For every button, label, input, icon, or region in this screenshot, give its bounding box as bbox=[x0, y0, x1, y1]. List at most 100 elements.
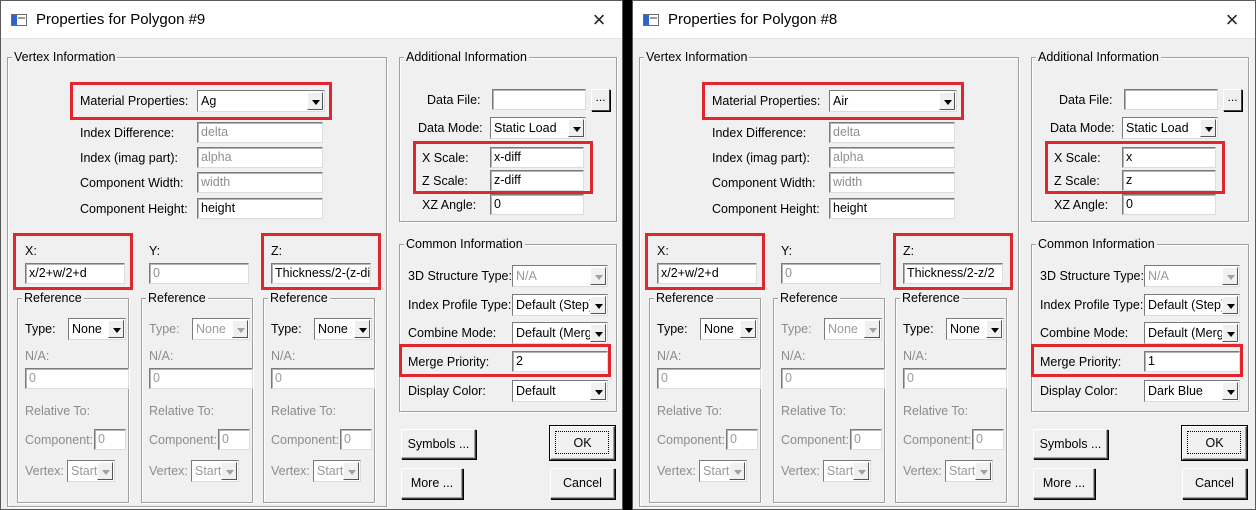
more-button[interactable]: More ... bbox=[401, 468, 463, 499]
na-field[interactable]: 0 bbox=[149, 368, 253, 389]
type-label: Type: bbox=[149, 322, 180, 336]
material-properties-select[interactable]: Air bbox=[829, 90, 957, 112]
more-button[interactable]: More ... bbox=[1033, 468, 1095, 499]
merge-priority-field[interactable]: 1 bbox=[1144, 351, 1240, 372]
xz-angle-field[interactable]: 0 bbox=[1122, 194, 1216, 215]
na-field[interactable]: 0 bbox=[781, 368, 885, 389]
group-label: Additional Information bbox=[404, 49, 529, 65]
vertex-select[interactable]: Start bbox=[823, 460, 871, 482]
type-label: Type: bbox=[271, 322, 302, 336]
reference-label: Reference bbox=[146, 290, 208, 306]
index-profile-select[interactable]: Default (Step) bbox=[1144, 294, 1240, 316]
index-profile-select[interactable]: Default (Step) bbox=[512, 294, 608, 316]
close-button[interactable]: × bbox=[1217, 6, 1247, 34]
na-field[interactable]: 0 bbox=[25, 368, 129, 389]
relative-to-label: Relative To: bbox=[271, 404, 337, 418]
x-scale-field[interactable]: x-diff bbox=[490, 147, 584, 168]
coord-field[interactable]: x/2+w/2+d bbox=[657, 263, 757, 284]
na-field[interactable]: 0 bbox=[657, 368, 761, 389]
display-color-select[interactable]: Default bbox=[512, 380, 608, 402]
component-field[interactable]: 0 bbox=[218, 429, 250, 450]
na-label: N/A: bbox=[271, 349, 296, 363]
vertex-select[interactable]: Start bbox=[191, 460, 239, 482]
type-label: Type: bbox=[657, 322, 688, 336]
index-imag-field[interactable]: alpha bbox=[197, 147, 323, 168]
relative-to-label: Relative To: bbox=[25, 404, 91, 418]
data-mode-select[interactable]: Static Load bbox=[1122, 117, 1218, 139]
material-properties-label: Material Properties: bbox=[712, 94, 821, 108]
component-height-field[interactable]: height bbox=[829, 198, 955, 219]
component-width-field[interactable]: width bbox=[829, 172, 955, 193]
index-difference-field[interactable]: delta bbox=[829, 122, 955, 143]
combine-mode-label: Combine Mode: bbox=[1040, 326, 1129, 340]
browse-button[interactable]: ... bbox=[591, 89, 610, 111]
coord-label: Z: bbox=[903, 244, 915, 258]
index-difference-label: Index Difference: bbox=[712, 126, 807, 140]
material-properties-select[interactable]: Ag bbox=[197, 90, 325, 112]
coord-field[interactable]: Thickness/2-z/2 bbox=[903, 263, 1003, 284]
reference-type-select[interactable]: None bbox=[192, 318, 250, 340]
combine-mode-select[interactable]: Default (Merge bbox=[1144, 322, 1240, 344]
symbols-button[interactable]: Symbols ... bbox=[1033, 429, 1108, 459]
reference-type-select[interactable]: None bbox=[946, 318, 1004, 340]
index-imag-label: Index (imag part): bbox=[80, 151, 178, 165]
coord-field[interactable]: 0 bbox=[781, 263, 881, 284]
component-field[interactable]: 0 bbox=[340, 429, 372, 450]
data-mode-select[interactable]: Static Load bbox=[490, 117, 586, 139]
component-field[interactable]: 0 bbox=[726, 429, 758, 450]
na-field[interactable]: 0 bbox=[271, 368, 375, 389]
reference-type-select[interactable]: None bbox=[68, 318, 126, 340]
ok-button[interactable]: OK bbox=[549, 425, 616, 461]
merge-priority-label: Merge Priority: bbox=[1040, 355, 1122, 369]
index-difference-field[interactable]: delta bbox=[197, 122, 323, 143]
component-width-label: Component Width: bbox=[80, 176, 184, 190]
combine-mode-select[interactable]: Default (Merge bbox=[512, 322, 608, 344]
reference-type-select[interactable]: None bbox=[700, 318, 758, 340]
cancel-button[interactable]: Cancel bbox=[550, 468, 615, 499]
cancel-button[interactable]: Cancel bbox=[1182, 468, 1247, 499]
structure-type-label: 3D Structure Type: bbox=[408, 269, 512, 283]
vertex-select[interactable]: Start bbox=[699, 460, 747, 482]
component-field[interactable]: 0 bbox=[850, 429, 882, 450]
close-button[interactable]: × bbox=[584, 6, 614, 34]
z-scale-field[interactable]: z-diff bbox=[490, 170, 584, 191]
data-mode-label: Data Mode: bbox=[418, 121, 483, 135]
structure-type-select[interactable]: N/A bbox=[512, 265, 608, 287]
coord-field[interactable]: 0 bbox=[149, 263, 249, 284]
data-file-label: Data File: bbox=[427, 93, 481, 107]
z-scale-field[interactable]: z bbox=[1122, 170, 1216, 191]
coord-field[interactable]: x/2+w/2+d bbox=[25, 263, 125, 284]
ok-button[interactable]: OK bbox=[1181, 425, 1248, 461]
vertex-select[interactable]: Start bbox=[313, 460, 361, 482]
polygon-8-dialog: Properties for Polygon #8 × Vertex Infor… bbox=[632, 0, 1256, 510]
symbols-button[interactable]: Symbols ... bbox=[401, 429, 476, 459]
display-color-select[interactable]: Dark Blue bbox=[1144, 380, 1240, 402]
component-field[interactable]: 0 bbox=[94, 429, 126, 450]
component-label: Component: bbox=[781, 433, 850, 447]
component-field[interactable]: 0 bbox=[972, 429, 1004, 450]
vertex-select[interactable]: Start bbox=[67, 460, 115, 482]
structure-type-select[interactable]: N/A bbox=[1144, 265, 1240, 287]
xz-angle-field[interactable]: 0 bbox=[490, 194, 584, 215]
na-field[interactable]: 0 bbox=[903, 368, 1007, 389]
group-label: Vertex Information bbox=[12, 49, 118, 65]
na-label: N/A: bbox=[149, 349, 174, 363]
component-height-label: Component Height: bbox=[712, 202, 820, 216]
component-height-field[interactable]: height bbox=[197, 198, 323, 219]
index-imag-label: Index (imag part): bbox=[712, 151, 810, 165]
title-bar: Properties for Polygon #8 × bbox=[633, 1, 1255, 39]
type-label: Type: bbox=[781, 322, 812, 336]
component-width-field[interactable]: width bbox=[197, 172, 323, 193]
browse-button[interactable]: ... bbox=[1223, 89, 1242, 111]
merge-priority-field[interactable]: 2 bbox=[512, 351, 608, 372]
coord-label: Y: bbox=[781, 244, 793, 258]
x-scale-field[interactable]: x bbox=[1122, 147, 1216, 168]
reference-type-select[interactable]: None bbox=[314, 318, 372, 340]
data-file-field[interactable] bbox=[492, 89, 586, 110]
index-imag-field[interactable]: alpha bbox=[829, 147, 955, 168]
reference-type-select[interactable]: None bbox=[824, 318, 882, 340]
data-file-field[interactable] bbox=[1124, 89, 1218, 110]
group-label: Common Information bbox=[1036, 236, 1157, 252]
vertex-select[interactable]: Start bbox=[945, 460, 993, 482]
coord-field[interactable]: Thickness/2-(z-diff bbox=[271, 263, 371, 284]
